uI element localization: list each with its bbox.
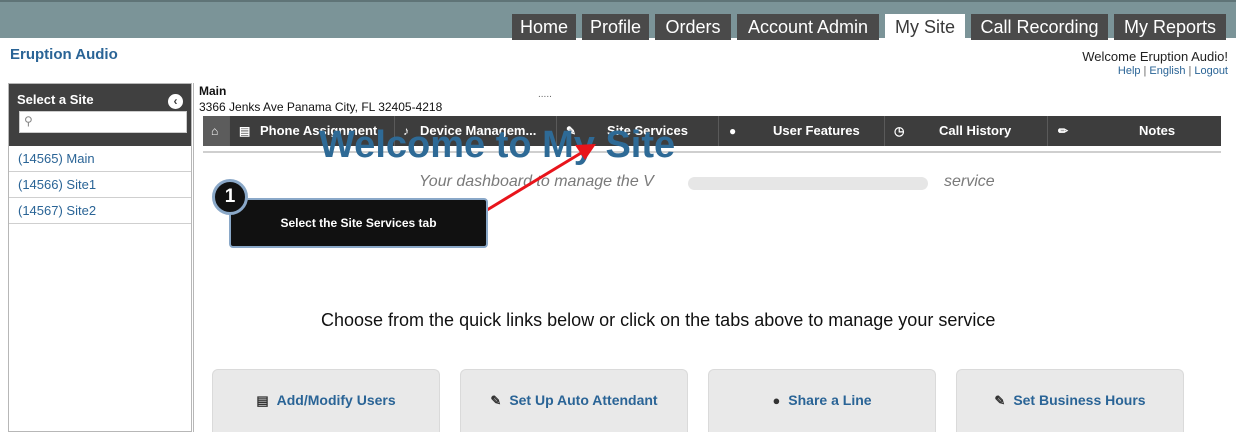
search-icon: ⚲ [24, 114, 33, 128]
site-more-indicator: ..... [538, 89, 552, 100]
add-modify-users-button[interactable]: ▤ Add/Modify Users [212, 369, 440, 432]
nav-tab-orders[interactable]: Orders [655, 14, 731, 40]
nav-tab-my-site[interactable]: My Site [885, 14, 965, 40]
page-title: Welcome to My Site [319, 124, 676, 166]
tab-user-features[interactable]: ● User Features [719, 116, 885, 146]
top-navigation-bar: Home Profile Orders Account Admin My Sit… [0, 0, 1236, 40]
site-name: Main [199, 84, 227, 98]
nav-tab-call-recording[interactable]: Call Recording [971, 14, 1108, 40]
clock-icon: ◷ [894, 124, 905, 138]
tab-label: Call History [939, 123, 1012, 138]
site-search-input[interactable]: ⚲ [19, 111, 187, 133]
edit-icon: ✎ [994, 393, 1006, 408]
sidebar-title: Select a Site [17, 92, 94, 107]
callout-box: Select the Site Services tab [229, 198, 488, 248]
link-separator: | [1143, 65, 1147, 77]
button-label: Set Up Auto Attendant [509, 392, 658, 408]
tab-call-history[interactable]: ◷ Call History [885, 116, 1048, 146]
callout-text: Select the Site Services tab [280, 216, 437, 230]
edit-icon: ✎ [490, 393, 502, 408]
nav-tab-home[interactable]: Home [512, 14, 576, 40]
collapse-icon[interactable]: ‹ [168, 94, 183, 109]
nav-tab-account-admin[interactable]: Account Admin [737, 14, 879, 40]
site-list-item[interactable]: (14565) Main [9, 146, 191, 172]
page-subtitle-end: service [944, 173, 995, 190]
user-icon: ● [729, 124, 737, 138]
sidebar-header: Select a Site ‹ ⚲ [9, 84, 191, 146]
logout-link[interactable]: Logout [1194, 65, 1228, 77]
nav-tab-profile[interactable]: Profile [582, 14, 649, 40]
help-link[interactable]: Help [1118, 65, 1141, 77]
tab-notes[interactable]: ✏ Notes [1048, 116, 1221, 146]
step-number-badge: 1 [212, 179, 248, 215]
site-selector-sidebar: Select a Site ‹ ⚲ (14565) Main (14566) S… [8, 83, 192, 432]
site-address: 3366 Jenks Ave Panama City, FL 32405-421… [199, 100, 443, 114]
welcome-message: Welcome Eruption Audio! [1082, 49, 1228, 64]
home-icon: ⌂ [211, 124, 219, 138]
set-up-auto-attendant-button[interactable]: ✎ Set Up Auto Attendant [460, 369, 688, 432]
language-link[interactable]: English [1149, 65, 1185, 77]
list-icon: ▤ [256, 393, 269, 408]
tab-home[interactable]: ⌂ [203, 116, 230, 146]
button-label: Set Business Hours [1013, 392, 1146, 408]
page-root: Home Profile Orders Account Admin My Sit… [0, 0, 1236, 432]
page-subtitle-start: Your dashboard to manage the V [419, 173, 654, 190]
redacted-text [688, 177, 928, 190]
nav-tab-my-reports[interactable]: My Reports [1114, 14, 1226, 40]
tab-label: Notes [1139, 123, 1176, 138]
user-links: Help | English | Logout [1118, 65, 1228, 77]
brand-name: Eruption Audio [10, 46, 118, 63]
site-list-item[interactable]: (14566) Site1 [9, 172, 191, 198]
link-separator: | [1188, 65, 1192, 77]
share-a-line-button[interactable]: ● Share a Line [708, 369, 936, 432]
button-label: Add/Modify Users [276, 392, 396, 408]
button-label: Share a Line [788, 392, 872, 408]
site-list-item[interactable]: (14567) Site2 [9, 198, 191, 224]
quick-links-instruction: Choose from the quick links below or cli… [321, 310, 996, 330]
tab-label: User Features [773, 123, 860, 138]
pencil-icon: ✏ [1058, 124, 1069, 138]
set-business-hours-button[interactable]: ✎ Set Business Hours [956, 369, 1184, 432]
user-icon: ● [772, 393, 781, 408]
list-icon: ▤ [239, 124, 251, 138]
